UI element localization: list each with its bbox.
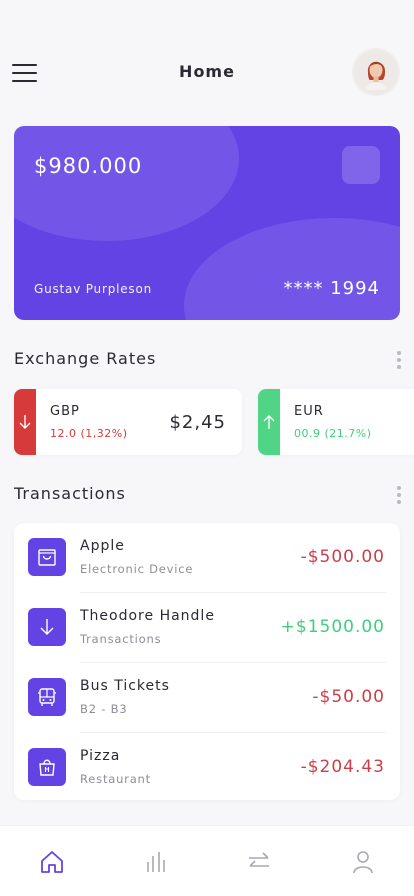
list-item[interactable]: Apple Electronic Device -$500.00 bbox=[14, 523, 400, 593]
card-holder-name: Gustav Purpleson bbox=[34, 282, 153, 296]
up-arrow-icon bbox=[258, 389, 280, 455]
shopping-bag-icon bbox=[28, 538, 66, 576]
transaction-name: Bus Tickets bbox=[80, 678, 170, 694]
rate-amount: $2,45 bbox=[169, 412, 226, 433]
card-number: **** 1994 bbox=[283, 278, 380, 299]
profile-icon[interactable] bbox=[349, 848, 377, 876]
avatar[interactable] bbox=[352, 48, 400, 96]
transaction-amount: -$500.00 bbox=[300, 547, 385, 567]
rate-code: GBP bbox=[50, 404, 80, 419]
transaction-category: Electronic Device bbox=[80, 562, 194, 576]
balance-card[interactable]: $980.000 Gustav Purpleson **** 1994 bbox=[14, 126, 400, 320]
list-item[interactable]: Bus Tickets B2 - B3 -$50.00 bbox=[14, 663, 400, 733]
down-arrow-icon bbox=[14, 389, 36, 455]
transaction-amount: -$204.43 bbox=[300, 757, 385, 777]
arrow-down-icon bbox=[28, 608, 66, 646]
card-decoration bbox=[14, 126, 239, 241]
rate-change: 00.9 (21.7%) bbox=[294, 427, 372, 440]
rate-code: EUR bbox=[294, 404, 324, 419]
rate-card-eur[interactable]: EUR 00.9 (21.7%) bbox=[258, 389, 414, 455]
bus-icon bbox=[28, 678, 66, 716]
card-chip-icon bbox=[342, 146, 380, 184]
home-icon[interactable] bbox=[38, 848, 66, 876]
transaction-category: B2 - B3 bbox=[80, 702, 128, 716]
transaction-name: Pizza bbox=[80, 748, 121, 764]
transactions-title: Transactions bbox=[14, 484, 126, 503]
transactions-list: Apple Electronic Device -$500.00 Theodor… bbox=[14, 523, 400, 800]
transaction-category: Restaurant bbox=[80, 772, 151, 786]
food-bag-icon bbox=[28, 748, 66, 786]
card-decoration bbox=[184, 218, 400, 320]
list-item[interactable]: Pizza Restaurant -$204.43 bbox=[14, 733, 400, 803]
exchange-rates-title: Exchange Rates bbox=[14, 349, 157, 368]
rate-change: 12.0 (1,32%) bbox=[50, 427, 128, 440]
list-item[interactable]: Theodore Handle Transactions +$1500.00 bbox=[14, 593, 400, 663]
bottom-tab-bar bbox=[0, 826, 414, 896]
transaction-category: Transactions bbox=[80, 632, 162, 646]
transaction-amount: +$1500.00 bbox=[280, 617, 385, 637]
exchange-more-icon[interactable] bbox=[393, 349, 405, 371]
transactions-more-icon[interactable] bbox=[393, 484, 405, 506]
stats-icon[interactable] bbox=[142, 848, 170, 876]
transaction-name: Theodore Handle bbox=[80, 608, 215, 624]
card-balance: $980.000 bbox=[34, 154, 143, 178]
transaction-name: Apple bbox=[80, 538, 125, 554]
rate-card-gbp[interactable]: GBP 12.0 (1,32%) $2,45 bbox=[14, 389, 242, 455]
transfer-icon[interactable] bbox=[245, 848, 273, 876]
header: Home bbox=[0, 44, 414, 100]
transaction-amount: -$50.00 bbox=[312, 687, 385, 707]
